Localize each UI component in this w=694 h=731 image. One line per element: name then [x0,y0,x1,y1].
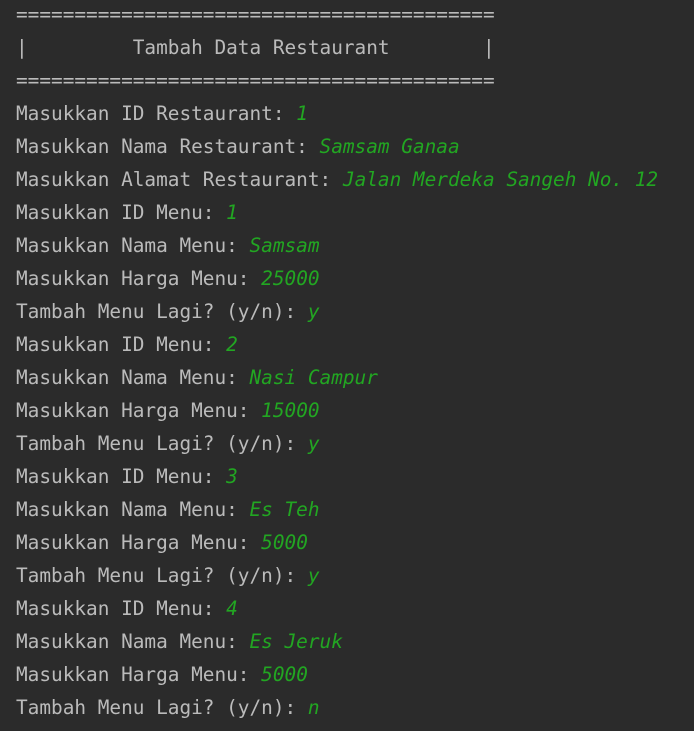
header-top-rule: ========================================… [16,3,495,26]
console-line: Masukkan ID Restaurant: 1 [16,99,694,132]
prompt-text: Masukkan Harga Menu: [16,267,262,290]
user-input: 3 [226,465,238,488]
prompt-text: Masukkan ID Menu: [16,201,227,224]
header-bottom-rule: ========================================… [16,69,495,92]
prompt-text: Tambah Menu Lagi? (y/n): [16,564,308,587]
user-input: n [307,696,320,719]
console-line: Masukkan ID Menu: 3 [16,462,694,495]
console-output: ========================================… [16,0,694,726]
user-input: y [307,432,320,455]
user-input: 15000 [261,399,320,422]
prompt-text: Masukkan Harga Menu: [16,399,262,422]
user-input: Nasi Campur [249,366,378,389]
console-line: Masukkan Nama Menu: Es Teh [16,495,694,528]
user-input: 1 [226,201,238,224]
console-line: Masukkan Nama Restaurant: Samsam Ganaa [16,132,694,165]
prompt-text: Masukkan ID Menu: [16,333,227,356]
prompt-text: Masukkan Nama Menu: [16,366,250,389]
user-input: Jalan Merdeka Sangeh No. 12 [342,168,659,191]
user-input: 25000 [261,267,320,290]
console-line: Masukkan Nama Menu: Nasi Campur [16,363,694,396]
console-line: Masukkan ID Menu: 1 [16,198,694,231]
console-line: Masukkan Harga Menu: 25000 [16,264,694,297]
header-title: | Tambah Data Restaurant | [16,36,495,59]
prompt-text: Masukkan ID Menu: [16,465,227,488]
prompt-text: Tambah Menu Lagi? (y/n): [16,300,308,323]
console-line: Masukkan Harga Menu: 5000 [16,528,694,561]
user-input: Samsam Ganaa [319,135,460,158]
prompt-text: Masukkan Nama Menu: [16,630,250,653]
user-input: Samsam [249,234,320,257]
prompt-text: Masukkan ID Menu: [16,597,227,620]
prompt-text: Tambah Menu Lagi? (y/n): [16,696,308,719]
console-line: Masukkan Nama Menu: Es Jeruk [16,627,694,660]
console-line: Masukkan Harga Menu: 15000 [16,396,694,429]
console-line: Masukkan ID Menu: 4 [16,594,694,627]
prompt-text: Masukkan Nama Menu: [16,234,250,257]
user-input: 4 [226,597,238,620]
console-line: Tambah Menu Lagi? (y/n): y [16,429,694,462]
console-line: Masukkan Nama Menu: Samsam [16,231,694,264]
prompt-text: Masukkan Harga Menu: [16,531,262,554]
prompt-text: Masukkan ID Restaurant: [16,102,297,125]
prompt-text: Masukkan Nama Menu: [16,498,250,521]
console-line: Tambah Menu Lagi? (y/n): y [16,297,694,330]
prompt-text: Masukkan Harga Menu: [16,663,262,686]
user-input: 1 [296,102,308,125]
user-input: 5000 [261,663,308,686]
console-line: Masukkan Alamat Restaurant: Jalan Merdek… [16,165,694,198]
prompt-text: Masukkan Nama Restaurant: [16,135,320,158]
user-input: 5000 [261,531,308,554]
console-line: Masukkan ID Menu: 2 [16,330,694,363]
user-input: Es Jeruk [249,630,343,653]
console-line: Tambah Menu Lagi? (y/n): y [16,561,694,594]
prompt-text: Masukkan Alamat Restaurant: [16,168,343,191]
user-input: y [307,564,320,587]
user-input: 2 [226,333,238,356]
console-line: Tambah Menu Lagi? (y/n): n [16,693,694,726]
prompt-text: Tambah Menu Lagi? (y/n): [16,432,308,455]
console-line: Masukkan Harga Menu: 5000 [16,660,694,693]
user-input: y [307,300,320,323]
user-input: Es Teh [249,498,320,521]
